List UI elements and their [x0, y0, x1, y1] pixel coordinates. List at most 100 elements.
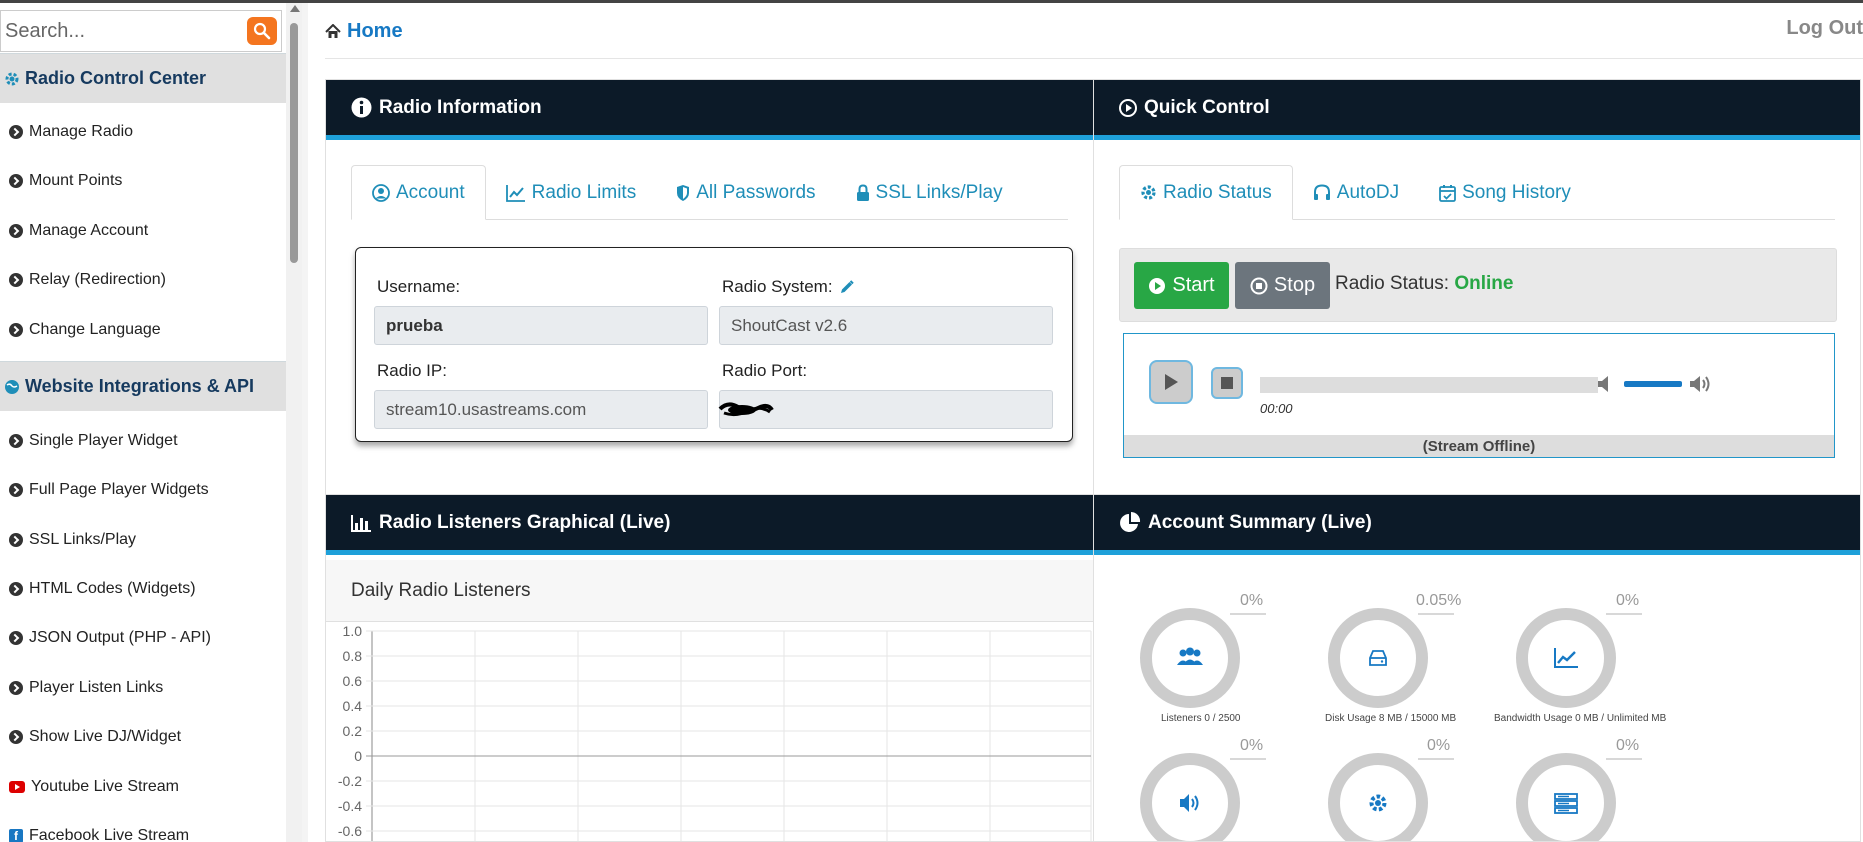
- tab-song-history[interactable]: Song History: [1419, 165, 1591, 220]
- sidebar-scrollbar[interactable]: [286, 3, 302, 842]
- panel-title: Account Summary (Live): [1148, 511, 1372, 533]
- tab-account[interactable]: Account: [351, 165, 486, 220]
- sidebar-item-single-player-widget[interactable]: Single Player Widget: [0, 421, 286, 461]
- tab-all-passwords[interactable]: All Passwords: [656, 165, 835, 220]
- radio-status-label: Radio Status:: [1335, 273, 1450, 294]
- sidebar-item-label: Show Live DJ/Widget: [29, 728, 182, 745]
- sidebar-item-label: Facebook Live Stream: [29, 827, 190, 842]
- gauge-caption: Bandwidth Usage 0 MB / Unlimited MB: [1494, 713, 1667, 724]
- sidebar-item-manage-radio[interactable]: Manage Radio: [0, 112, 286, 152]
- chevron-right-icon: [9, 273, 23, 287]
- tab-label: All Passwords: [696, 181, 816, 203]
- account-details-card: Username: prueba Radio System: ShoutCast…: [355, 247, 1073, 442]
- tab-radio-limits[interactable]: Radio Limits: [486, 165, 657, 220]
- panel-header: Account Summary (Live): [1094, 495, 1860, 555]
- start-button[interactable]: Start: [1134, 262, 1229, 309]
- tab-radio-status[interactable]: Radio Status: [1119, 165, 1293, 220]
- radio-ip-value: stream10.usastreams.com: [386, 399, 587, 419]
- shield-icon: [677, 184, 690, 201]
- search-button[interactable]: [247, 17, 277, 45]
- chevron-right-icon: [9, 730, 23, 744]
- stream-offline-status: (Stream Offline): [1124, 435, 1834, 457]
- panel-title: Radio Listeners Graphical (Live): [379, 511, 671, 533]
- radio-system-field[interactable]: ShoutCast v2.6: [719, 306, 1053, 345]
- sidebar-item-facebook-live-stream[interactable]: f Facebook Live Stream: [0, 816, 286, 842]
- sidebar-item-json-output[interactable]: JSON Output (PHP - API): [0, 618, 286, 658]
- sidebar-item-player-listen-links[interactable]: Player Listen Links: [0, 668, 286, 708]
- chevron-right-icon: [9, 681, 23, 695]
- info-icon: [351, 97, 372, 118]
- headphones-icon: [1313, 184, 1330, 200]
- sidebar-item-label: JSON Output (PHP - API): [29, 629, 211, 646]
- radio-system-label: Radio System:: [722, 277, 854, 297]
- chevron-right-icon: [9, 224, 23, 238]
- tab-ssl-links-play[interactable]: SSL Links/Play: [836, 165, 1023, 220]
- sidebar-item-full-page-player-widgets[interactable]: Full Page Player Widgets: [0, 470, 286, 510]
- sidebar-section-integrations[interactable]: Website Integrations & API: [0, 361, 286, 411]
- chevron-right-icon: [9, 174, 23, 188]
- player-stop-button[interactable]: [1211, 367, 1243, 399]
- sidebar-item-label: Single Player Widget: [29, 432, 178, 449]
- sidebar-section-label: Website Integrations & API: [25, 376, 255, 396]
- volume-mute-icon[interactable]: [1597, 374, 1615, 394]
- lock-icon: [856, 183, 869, 201]
- sidebar: Radio Control Center Manage Radio Mount …: [0, 3, 286, 842]
- sidebar-item-html-codes[interactable]: HTML Codes (Widgets): [0, 569, 286, 609]
- sidebar-item-ssl-links-play[interactable]: SSL Links/Play: [0, 520, 286, 560]
- chevron-right-icon: [9, 631, 23, 645]
- breadcrumb-home[interactable]: Home: [325, 20, 403, 43]
- chevron-right-icon: [9, 125, 23, 139]
- y-tick-label: -0.2: [338, 773, 362, 789]
- play-circle-icon: [1119, 98, 1137, 117]
- radio-info-tabs: Account Radio Limits All Passwords SSL L…: [351, 165, 1068, 220]
- player-volume-slider[interactable]: [1624, 381, 1682, 387]
- sidebar-item-label: Full Page Player Widgets: [29, 481, 209, 498]
- gauge-ring: [1140, 608, 1266, 708]
- gear-icon: [5, 72, 19, 85]
- users-icon: [1177, 647, 1203, 665]
- radio-ip-field[interactable]: stream10.usastreams.com: [374, 390, 708, 429]
- panel-header: Quick Control: [1094, 80, 1860, 140]
- radio-ip-label: Radio IP:: [377, 361, 447, 380]
- gauge-ring: [1516, 608, 1642, 708]
- sidebar-item-label: SSL Links/Play: [29, 531, 137, 548]
- server-icon: [1554, 793, 1578, 814]
- sidebar-item-youtube-live-stream[interactable]: Youtube Live Stream: [0, 767, 286, 807]
- sidebar-item-relay[interactable]: Relay (Redirection): [0, 260, 286, 300]
- tab-autodj[interactable]: AutoDJ: [1293, 165, 1419, 220]
- gear-icon: [1141, 185, 1156, 200]
- panel-header: Radio Information: [326, 80, 1093, 140]
- radio-port-field[interactable]: [718, 390, 1053, 429]
- search-icon: [253, 22, 271, 40]
- player-seek-bar[interactable]: [1260, 377, 1598, 393]
- sidebar-item-manage-account[interactable]: Manage Account: [0, 211, 286, 251]
- gauge-ring: [1516, 753, 1642, 841]
- radio-status-text: Radio Status: Online: [1335, 273, 1513, 295]
- home-link-label: Home: [347, 20, 403, 42]
- tab-label: Radio Status: [1163, 181, 1272, 203]
- account-summary-panel: Account Summary (Live) 0% Listeners 0 / …: [1093, 494, 1861, 842]
- username-field[interactable]: prueba: [374, 306, 708, 345]
- gauge-ring: [1140, 753, 1266, 841]
- chevron-right-icon: [9, 323, 23, 337]
- stop-button[interactable]: Stop: [1235, 262, 1330, 309]
- sidebar-item-label: Mount Points: [29, 172, 123, 189]
- sidebar-item-label: HTML Codes (Widgets): [29, 580, 196, 597]
- sidebar-item-mount-points[interactable]: Mount Points: [0, 161, 286, 201]
- sidebar-item-change-language[interactable]: Change Language: [0, 310, 286, 350]
- panel-title: Quick Control: [1144, 96, 1270, 118]
- scrollbar-thumb[interactable]: [290, 23, 298, 263]
- audio-player: 00:00 (Stream Offline): [1123, 333, 1835, 458]
- volume-max-icon[interactable]: [1689, 374, 1713, 394]
- logout-link[interactable]: Log Out: [1786, 17, 1863, 40]
- search-input[interactable]: [5, 15, 235, 47]
- sidebar-item-show-live-dj[interactable]: Show Live DJ/Widget: [0, 717, 286, 757]
- sidebar-item-label: Manage Radio: [29, 123, 134, 140]
- stop-button-label: Stop: [1273, 274, 1316, 296]
- player-play-button[interactable]: [1149, 360, 1193, 404]
- pencil-icon[interactable]: [839, 279, 854, 295]
- gear-icon: [1369, 794, 1387, 812]
- listener-chart: 1.0 0.8 0.6 0.4 0.2 0 -0.2 -0.4 -0.6: [338, 623, 1092, 841]
- sidebar-section-radio-control[interactable]: Radio Control Center: [0, 53, 286, 103]
- scroll-up-arrow-icon[interactable]: [290, 5, 300, 12]
